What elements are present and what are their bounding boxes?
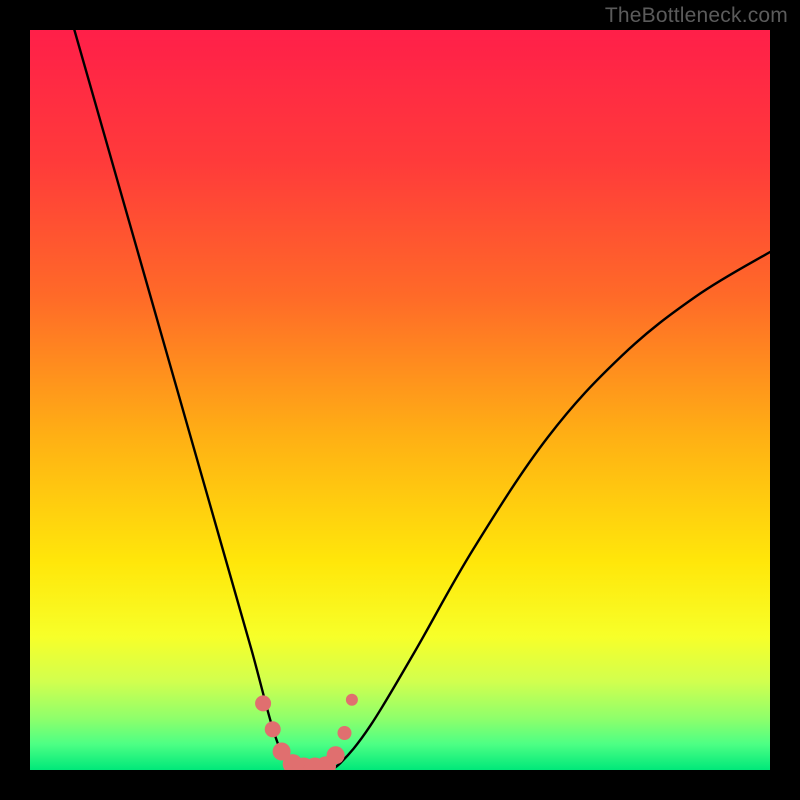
optimal-band-markers — [255, 694, 358, 770]
plot-area — [30, 30, 770, 770]
marker-dot — [265, 721, 281, 737]
marker-dot — [255, 695, 271, 711]
marker-dot — [338, 726, 352, 740]
bottleneck-curve — [74, 30, 770, 770]
watermark-text: TheBottleneck.com — [605, 4, 788, 28]
curve-layer — [30, 30, 770, 770]
chart-frame: TheBottleneck.com — [0, 0, 800, 800]
marker-dot — [346, 694, 358, 706]
marker-dot — [327, 746, 345, 764]
